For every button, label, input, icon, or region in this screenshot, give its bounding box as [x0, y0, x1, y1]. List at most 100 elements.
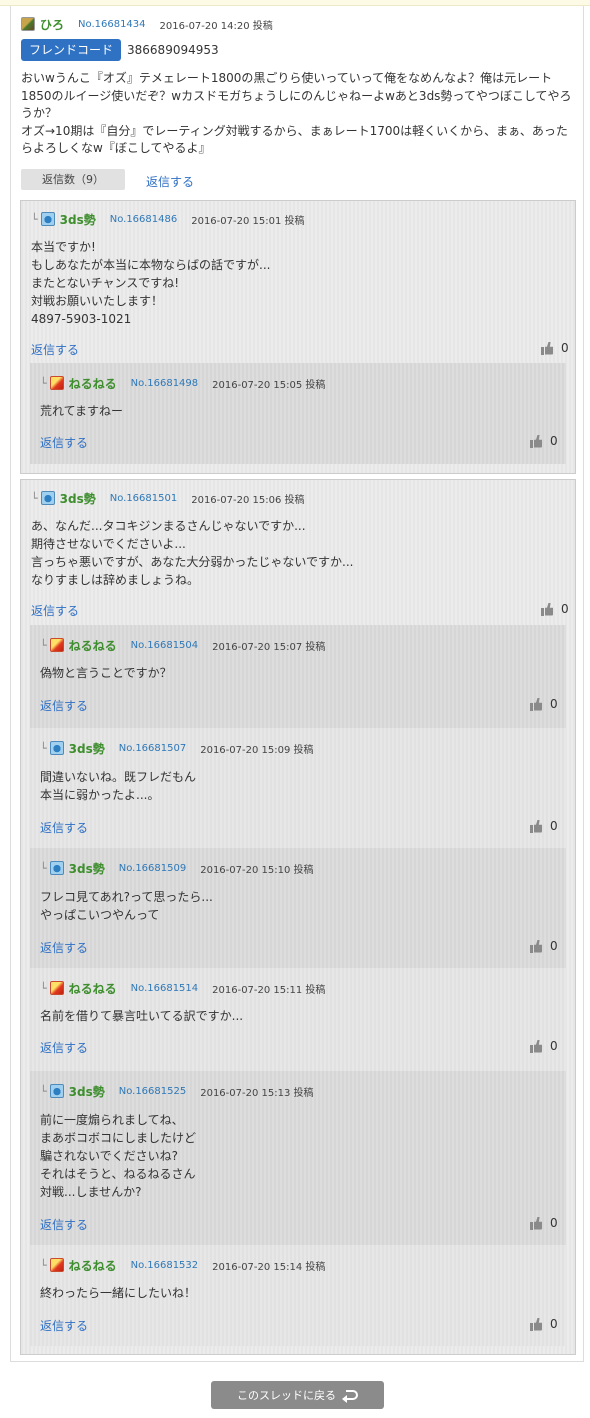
reply-body-line: なりすましは辞めましょうね。 — [31, 573, 200, 587]
reply-body-line: やっぱこいつやんって — [40, 908, 160, 922]
like-button[interactable]: 0 — [530, 939, 558, 953]
post-datetime: 2016-07-20 15:07 投稿 — [212, 641, 326, 653]
post-number[interactable]: No.16681514 — [131, 983, 199, 994]
reply-link[interactable]: 返信する — [40, 939, 88, 956]
reply-header: └ 3ds勢 No.16681486 2016-07-20 15:01 投稿 — [31, 211, 305, 227]
reply-thread: └ 3ds勢 No.16681501 2016-07-20 15:06 投稿 あ… — [20, 479, 576, 1355]
nested-reply: └ 3ds勢 No.16681507 2016-07-20 15:09 投稿 間… — [30, 728, 566, 848]
nested-reply: └ ねるねる No.16681514 2016-07-20 15:11 投稿 名… — [30, 968, 566, 1071]
post-number[interactable]: No.16681501 — [110, 493, 178, 504]
like-button[interactable]: 0 — [541, 602, 569, 616]
reply-header: └ 3ds勢 No.16681501 2016-07-20 15:06 投稿 — [31, 490, 305, 506]
post-number[interactable]: No.16681434 — [78, 19, 146, 30]
username[interactable]: ねるねる — [69, 637, 117, 654]
post-number[interactable]: No.16681532 — [131, 1260, 199, 1271]
user-avatar-icon[interactable] — [40, 491, 55, 505]
username[interactable]: ねるねる — [69, 375, 117, 392]
username[interactable]: 3ds勢 — [60, 490, 96, 507]
thumbs-up-icon — [530, 820, 542, 833]
reply-corner-icon: └ — [40, 638, 47, 652]
username[interactable]: 3ds勢 — [60, 211, 96, 228]
reply-body-line: フレコ見てあれ?って思ったら... — [40, 890, 213, 904]
reply-link[interactable]: 返信する — [146, 173, 194, 190]
like-button[interactable]: 0 — [530, 1317, 558, 1331]
reply-link[interactable]: 返信する — [31, 602, 79, 619]
reply-header: └ ねるねる No.16681504 2016-07-20 15:07 投稿 — [40, 637, 325, 653]
post-datetime: 2016-07-20 15:14 投稿 — [212, 1261, 326, 1273]
reply-body: 荒れてますねー — [40, 402, 123, 420]
user-avatar-icon[interactable] — [49, 981, 64, 995]
user-avatar-icon[interactable] — [49, 741, 64, 755]
username[interactable]: 3ds勢 — [69, 860, 105, 877]
like-count: 0 — [561, 602, 569, 616]
reply-corner-icon: └ — [40, 1084, 47, 1098]
nested-reply: └ ねるねる No.16681498 2016-07-20 15:05 投稿 荒… — [30, 363, 566, 464]
main-post: ひろ No.16681434 2016-07-20 14:20 投稿 フレンドコ… — [10, 6, 584, 1362]
reply-link[interactable]: 返信する — [40, 1039, 88, 1056]
username[interactable]: 3ds勢 — [69, 1083, 105, 1100]
like-button[interactable]: 0 — [530, 697, 558, 711]
post-number[interactable]: No.16681504 — [131, 640, 199, 651]
thumbs-up-icon — [530, 698, 542, 711]
user-avatar-icon[interactable] — [49, 861, 64, 875]
friend-code-row: フレンドコード 386689094953 — [21, 39, 219, 61]
reply-body-line: 4897-5903-1021 — [31, 312, 132, 326]
reply-link[interactable]: 返信する — [31, 341, 79, 358]
user-avatar-icon[interactable] — [49, 376, 64, 390]
reply-corner-icon: └ — [40, 861, 47, 875]
like-count: 0 — [550, 939, 558, 953]
reply-body: あ、なんだ...タコキジンまるさんじゃないですか... 期待させないでくださいよ… — [31, 517, 354, 589]
reply-count-tab[interactable]: 返信数（9） — [21, 169, 125, 190]
post-number[interactable]: No.16681498 — [131, 378, 199, 389]
user-avatar-icon[interactable] — [21, 17, 35, 31]
like-button[interactable]: 0 — [530, 819, 558, 833]
username[interactable]: 3ds勢 — [69, 740, 105, 757]
user-avatar-icon[interactable] — [49, 1084, 64, 1098]
user-avatar-icon[interactable] — [49, 638, 64, 652]
user-avatar-icon[interactable] — [49, 1258, 64, 1272]
username[interactable]: ひろ — [40, 16, 64, 33]
post-body-line: らよろしくなw『ぼこしてやるよ』 — [21, 141, 211, 155]
reply-link[interactable]: 返信する — [40, 434, 88, 451]
like-button[interactable]: 0 — [530, 434, 558, 448]
reply-body: 本当ですか! もしあなたが本当に本物ならばの話ですが... またとないチャンスで… — [31, 238, 270, 328]
post-number[interactable]: No.16681509 — [119, 863, 187, 874]
reply-corner-icon: └ — [31, 491, 38, 505]
reply-body: 間違いないね。既フレだもん 本当に弱かったよ...。 — [40, 768, 196, 804]
reply-corner-icon: └ — [40, 981, 47, 995]
post-body-line: 1850のルイージ使いだぞ？wカスドモガちょうしにのんじゃねーよwあと3ds勢っ… — [21, 88, 572, 103]
reply-body-line: 本当に弱かったよ...。 — [40, 788, 160, 802]
reply-header: └ 3ds勢 No.16681507 2016-07-20 15:09 投稿 — [40, 740, 314, 756]
post-number[interactable]: No.16681507 — [119, 743, 187, 754]
like-count: 0 — [561, 341, 569, 355]
reply-link[interactable]: 返信する — [40, 1216, 88, 1233]
nested-reply: └ 3ds勢 No.16681509 2016-07-20 15:10 投稿 フ… — [30, 848, 566, 968]
like-count: 0 — [550, 1039, 558, 1053]
return-arrow-icon — [342, 1390, 358, 1403]
friend-code-badge: フレンドコード — [21, 39, 122, 61]
reply-body: 偽物と言うことですか？ — [40, 664, 172, 682]
like-button[interactable]: 0 — [530, 1216, 558, 1230]
post-number[interactable]: No.16681486 — [110, 214, 178, 225]
back-to-thread-button[interactable]: このスレッドに戻る — [211, 1381, 384, 1409]
reply-body: 終わったら一緒にしたいね！ — [40, 1284, 196, 1302]
reply-link[interactable]: 返信する — [40, 1317, 88, 1334]
reply-body-line: まあボコボコにしましたけど — [40, 1131, 197, 1145]
reply-corner-icon: └ — [40, 376, 47, 390]
user-avatar-icon[interactable] — [40, 212, 55, 226]
like-button[interactable]: 0 — [530, 1039, 558, 1053]
like-button[interactable]: 0 — [541, 341, 569, 355]
reply-body-line: 前に一度煽られましてね、 — [40, 1113, 184, 1127]
reply-link[interactable]: 返信する — [40, 697, 88, 714]
thumbs-up-icon — [530, 1318, 542, 1331]
thumbs-up-icon — [530, 1217, 542, 1230]
friend-code-value: 386689094953 — [127, 43, 219, 57]
reply-link[interactable]: 返信する — [40, 819, 88, 836]
post-datetime: 2016-07-20 15:10 投稿 — [200, 864, 314, 876]
username[interactable]: ねるねる — [69, 1257, 117, 1274]
back-to-thread-label: このスレッドに戻る — [237, 1389, 336, 1402]
post-datetime: 2016-07-20 15:06 投稿 — [191, 494, 305, 506]
reply-header: └ ねるねる No.16681532 2016-07-20 15:14 投稿 — [40, 1257, 325, 1273]
username[interactable]: ねるねる — [69, 980, 117, 997]
post-number[interactable]: No.16681525 — [119, 1086, 187, 1097]
